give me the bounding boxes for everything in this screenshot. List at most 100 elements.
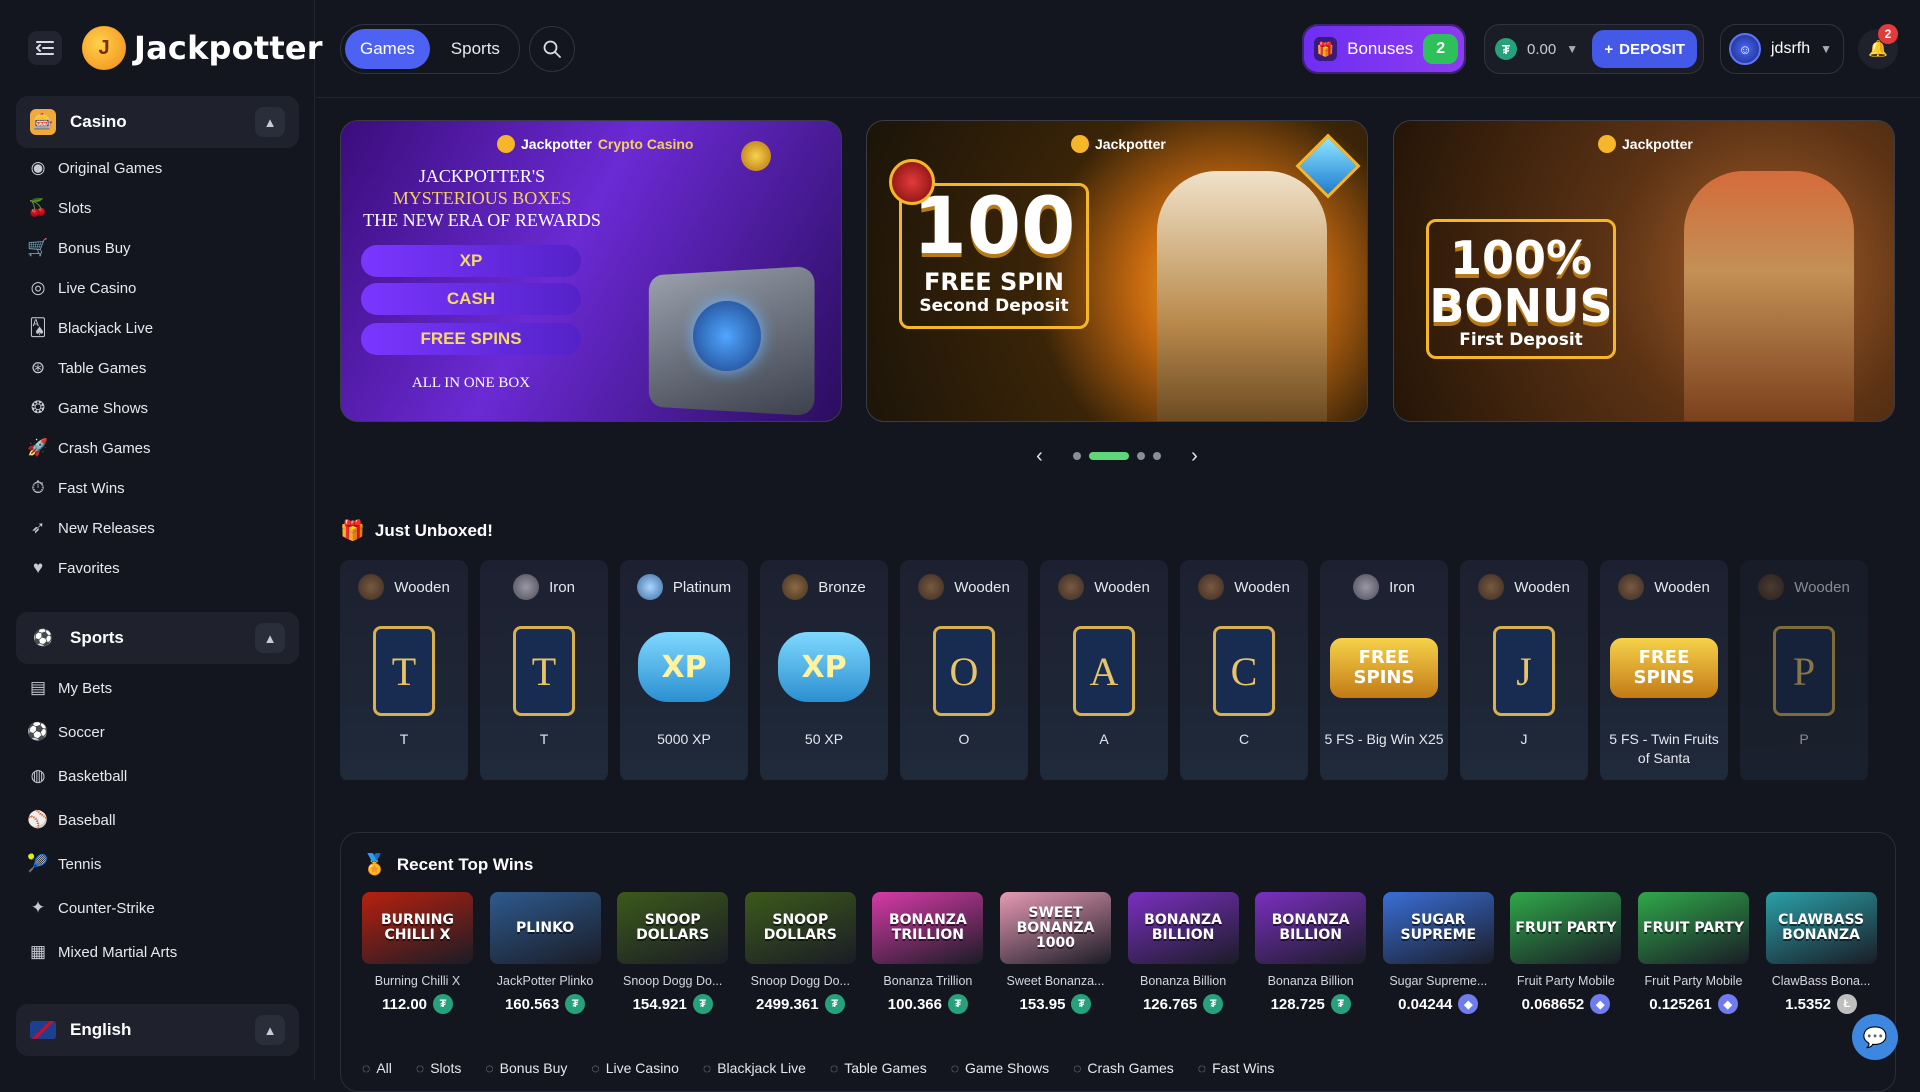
- chevron-up-icon[interactable]: ▲: [255, 623, 285, 653]
- game-thumbnail[interactable]: BONANZA TRILLION: [872, 892, 984, 964]
- chevron-up-icon[interactable]: ▲: [255, 1015, 285, 1045]
- banner-brand-name: Jackpotter: [1095, 136, 1166, 152]
- casino-section-header[interactable]: 🎰 Casino ▲: [16, 96, 299, 148]
- sidebar-item-my-bets[interactable]: ▤ My Bets: [26, 666, 296, 710]
- win-card[interactable]: SNOOP DOLLARS Snoop Dogg Do... 154.921 ₮: [617, 892, 729, 1014]
- game-thumbnail[interactable]: FRUIT PARTY: [1638, 892, 1749, 964]
- free-spins-illustration: FREE SPINS: [1330, 638, 1438, 698]
- wallet-balance[interactable]: ₮ 0.00 ▼ + DEPOSIT: [1484, 24, 1704, 74]
- category-icon: ◌: [1073, 1060, 1082, 1076]
- game-thumbnail[interactable]: CLAWBASS BONANZA: [1765, 892, 1877, 964]
- win-card[interactable]: BONANZA BILLION Bonanza Billion 128.725 ₮: [1255, 892, 1367, 1014]
- category-tab[interactable]: ◌ All: [362, 1060, 392, 1076]
- category-tab[interactable]: ◌ Crash Games: [1073, 1060, 1174, 1076]
- win-card[interactable]: SWEET BONANZA 1000 Sweet Bonanza... 153.95…: [1000, 892, 1111, 1014]
- carousel-dot[interactable]: [1073, 452, 1081, 460]
- sidebar-item-baseball[interactable]: ⚾ Baseball: [26, 798, 296, 842]
- unboxed-card[interactable]: Wooden FREE SPINS 5 FS - Twin Fruits of Sa…: [1600, 560, 1728, 780]
- unboxed-card[interactable]: Wooden P P: [1740, 560, 1868, 780]
- sidebar-item-table-games[interactable]: ⊛ Table Games: [26, 348, 296, 388]
- category-tab[interactable]: ◌ Fast Wins: [1198, 1060, 1275, 1076]
- carousel-dot-active[interactable]: [1089, 452, 1129, 460]
- deposit-button[interactable]: + DEPOSIT: [1592, 30, 1697, 68]
- unboxed-card[interactable]: Iron FREE SPINS 5 FS - Big Win X25: [1320, 560, 1448, 780]
- offer-subtitle: Second Deposit: [919, 296, 1069, 316]
- uk-flag-icon: [30, 1021, 56, 1039]
- win-card[interactable]: BONANZA TRILLION Bonanza Trillion 100.366 ₮: [872, 892, 984, 1014]
- win-card[interactable]: BONANZA BILLION Bonanza Billion 126.765 ₮: [1127, 892, 1239, 1014]
- game-thumbnail[interactable]: SUGAR SUPREME: [1382, 892, 1494, 964]
- sidebar-item-live-casino[interactable]: ◎ Live Casino: [26, 268, 296, 308]
- game-thumbnail[interactable]: BONANZA BILLION: [1255, 892, 1367, 964]
- unboxed-card[interactable]: Wooden O O: [900, 560, 1028, 780]
- sidebar-item-favorites[interactable]: ♥ Favorites: [26, 548, 296, 588]
- sidebar-item-original-games[interactable]: ◉ Original Games: [26, 148, 296, 188]
- category-tab[interactable]: ◌ Bonus Buy: [485, 1060, 567, 1076]
- unboxed-card[interactable]: Wooden A A: [1040, 560, 1168, 780]
- unboxed-card[interactable]: Bronze XP 50 XP: [760, 560, 888, 780]
- sidebar-collapse-button[interactable]: [28, 31, 62, 65]
- win-card[interactable]: BURNING CHILLI X Burning Chilli X 112.00 ₮: [362, 892, 473, 1014]
- unboxed-card[interactable]: Wooden C C: [1180, 560, 1308, 780]
- gift-icon: 🎁: [340, 520, 365, 542]
- chat-button[interactable]: 💬: [1852, 1014, 1898, 1060]
- carousel-dot[interactable]: [1137, 452, 1145, 460]
- win-card[interactable]: PLINKO JackPotter Plinko 160.563 ₮: [489, 892, 601, 1014]
- unboxed-card[interactable]: Platinum XP 5000 XP: [620, 560, 748, 780]
- win-card[interactable]: FRUIT PARTY Fruit Party Mobile 0.125261 ◆: [1638, 892, 1749, 1014]
- sidebar-item-fast-wins[interactable]: ⏱ Fast Wins: [26, 468, 296, 508]
- offer-number: 100: [912, 182, 1076, 272]
- user-menu[interactable]: ☺ jdsrfh ▼: [1720, 24, 1844, 74]
- category-tab[interactable]: ◌ Slots: [416, 1060, 461, 1076]
- sidebar-item-mma[interactable]: ▦ Mixed Martial Arts: [26, 930, 296, 974]
- sidebar-item-counter-strike[interactable]: ✦ Counter-Strike: [26, 886, 296, 930]
- search-button[interactable]: [529, 26, 575, 72]
- game-thumbnail[interactable]: FRUIT PARTY: [1510, 892, 1622, 964]
- sports-section-header[interactable]: ⚽ Sports ▲: [16, 612, 299, 664]
- sidebar-item-soccer[interactable]: ⚽ Soccer: [26, 710, 296, 754]
- unboxed-tier: Wooden: [1180, 574, 1308, 600]
- sidebar-item-new-releases[interactable]: ➶ New Releases: [26, 508, 296, 548]
- language-selector[interactable]: English ▲: [16, 1004, 299, 1056]
- game-thumbnail[interactable]: PLINKO: [489, 892, 601, 964]
- sidebar-item-crash-games[interactable]: 🚀 Crash Games: [26, 428, 296, 468]
- section-title: Just Unboxed!: [374, 520, 493, 540]
- bonuses-button[interactable]: 🎁 Bonuses 2: [1302, 24, 1466, 74]
- game-thumbnail[interactable]: BONANZA BILLION: [1127, 892, 1239, 964]
- win-card[interactable]: CLAWBASS BONANZA ClawBass Bona... 1.5352 Ł: [1765, 892, 1877, 1014]
- sidebar-item-tennis[interactable]: 🎾 Tennis: [26, 842, 296, 886]
- unboxed-card[interactable]: Wooden J J: [1460, 560, 1588, 780]
- game-thumbnail[interactable]: SNOOP DOLLARS: [617, 892, 729, 964]
- category-tab[interactable]: ◌ Table Games: [830, 1060, 927, 1076]
- category-tab[interactable]: ◌ Live Casino: [591, 1060, 678, 1076]
- unboxed-card[interactable]: Wooden T T: [340, 560, 468, 780]
- chevron-down-icon[interactable]: ▼: [1566, 42, 1578, 56]
- sidebar-item-basketball[interactable]: ◍ Basketball: [26, 754, 296, 798]
- win-card[interactable]: SUGAR SUPREME Sugar Supreme... 0.04244 ◆: [1382, 892, 1494, 1014]
- category-tab[interactable]: ◌ Game Shows: [951, 1060, 1049, 1076]
- usdt-coin-icon: ₮: [692, 994, 713, 1014]
- game-thumbnail[interactable]: BURNING CHILLI X: [362, 892, 473, 964]
- chevron-left-icon[interactable]: ‹: [1032, 444, 1047, 468]
- win-card[interactable]: SNOOP DOLLARS Snoop Dogg Do... 2499.361 ₮: [744, 892, 856, 1014]
- category-tab[interactable]: ◌ Blackjack Live: [703, 1060, 806, 1076]
- unboxed-card[interactable]: Iron T T: [480, 560, 608, 780]
- win-card[interactable]: FRUIT PARTY Fruit Party Mobile 0.068652 ◆: [1510, 892, 1622, 1014]
- chevron-up-icon[interactable]: ▲: [255, 107, 285, 137]
- game-thumbnail[interactable]: SWEET BONANZA 1000: [1000, 892, 1111, 964]
- tab-games[interactable]: Games: [345, 29, 430, 69]
- banner-mysterious-boxes[interactable]: Jackpotter Crypto Casino JACKPOTTER'S MY…: [340, 120, 842, 422]
- banner-free-spin[interactable]: Jackpotter 100 FREE SPIN Second Deposit: [866, 120, 1368, 422]
- game-thumbnail[interactable]: SNOOP DOLLARS: [744, 892, 856, 964]
- sidebar-item-blackjack-live[interactable]: 🂡 Blackjack Live: [26, 308, 296, 348]
- category-label: Table Games: [844, 1060, 927, 1076]
- sidebar-item-bonus-buy[interactable]: 🛒 Bonus Buy: [26, 228, 296, 268]
- tab-sports[interactable]: Sports: [436, 29, 515, 69]
- sidebar-item-slots[interactable]: 🍒 Slots: [26, 188, 296, 228]
- unboxed-item-name: 5 FS - Twin Fruits of Santa: [1609, 731, 1719, 766]
- banner-first-deposit[interactable]: Jackpotter 100% BONUS First Deposit: [1393, 120, 1895, 422]
- brand-logo[interactable]: J Jackpotter: [82, 26, 323, 70]
- chevron-right-icon[interactable]: ›: [1187, 444, 1202, 468]
- carousel-dot[interactable]: [1153, 452, 1161, 460]
- sidebar-item-game-shows[interactable]: ❂ Game Shows: [26, 388, 296, 428]
